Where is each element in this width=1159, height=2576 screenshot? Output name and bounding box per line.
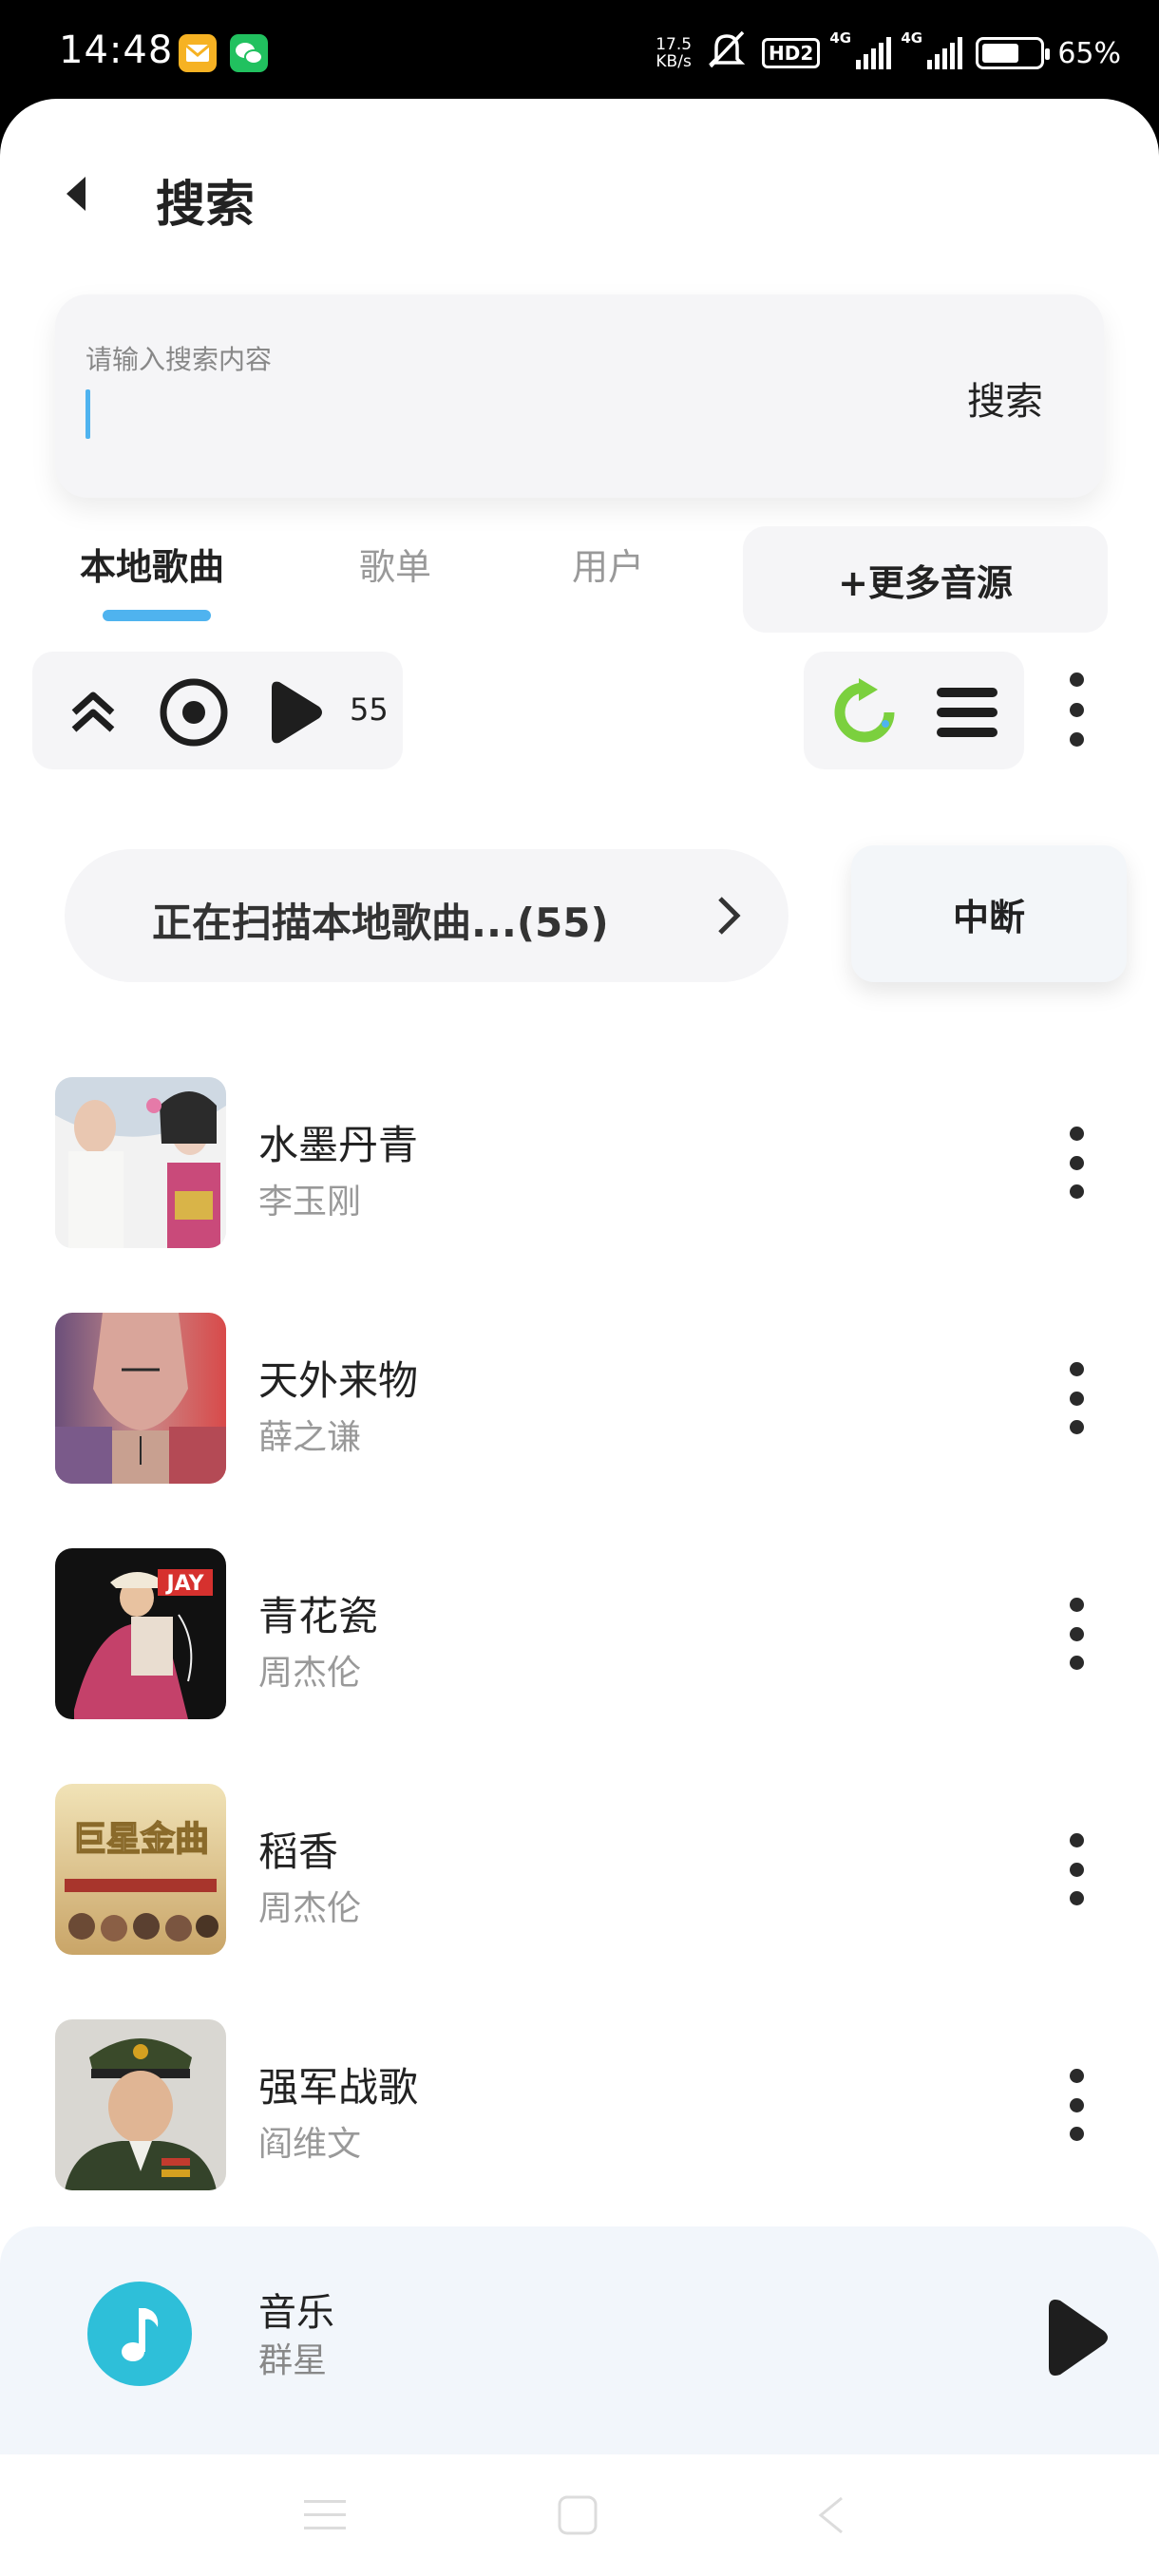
- battery-percent: 65%: [1057, 36, 1121, 70]
- cover-album-label: 巨星金曲: [72, 1819, 209, 1859]
- song-cover: 巨星金曲: [55, 1784, 226, 1955]
- song-more-icon[interactable]: [1069, 2069, 1084, 2141]
- song-more-icon[interactable]: [1069, 1127, 1084, 1199]
- song-more-icon[interactable]: [1069, 1833, 1084, 1905]
- page-title: 搜索: [133, 179, 278, 232]
- song-title: 水墨丹青: [258, 1122, 419, 1168]
- song-more-icon[interactable]: [1069, 1598, 1084, 1670]
- mini-player[interactable]: 音乐 群星: [0, 2226, 1159, 2454]
- song-artist: 薛之谦: [258, 1418, 362, 1457]
- song-cover: [55, 1313, 226, 1484]
- back-nav-icon[interactable]: [813, 2494, 847, 2536]
- player-play-icon[interactable]: [1043, 2295, 1112, 2380]
- status-time: 14:48: [59, 28, 174, 72]
- back-button[interactable]: [57, 167, 95, 220]
- wechat-icon: [230, 34, 268, 72]
- sort-list-icon[interactable]: [935, 684, 999, 741]
- song-cover: [55, 1077, 226, 1248]
- chevron-right-icon: [718, 897, 741, 935]
- song-row[interactable]: JAY 青花瓷 周杰伦: [0, 1548, 1159, 1738]
- more-vert-icon[interactable]: [1069, 672, 1084, 747]
- song-row[interactable]: 巨星金曲 稻香 周杰伦: [0, 1784, 1159, 1974]
- network-speed: 17.5 KB/s: [656, 35, 693, 71]
- player-artist: 群星: [258, 2341, 328, 2380]
- toolbar-right: [804, 652, 1024, 769]
- menu-nav-icon[interactable]: [302, 2494, 348, 2536]
- song-more-icon[interactable]: [1069, 1362, 1084, 1434]
- song-artist: 李玉刚: [258, 1183, 362, 1222]
- scan-status-text: 正在扫描本地歌曲...(55): [152, 900, 609, 946]
- double-chevron-up-icon[interactable]: [66, 686, 120, 739]
- music-note-icon[interactable]: [87, 2282, 192, 2386]
- tab-indicator: [103, 610, 211, 621]
- search-card: 搜索: [55, 294, 1104, 498]
- search-button[interactable]: 搜索: [967, 370, 1043, 426]
- search-screen: 搜索 搜索 本地歌曲 歌单 用户 +更多音源 55: [0, 99, 1159, 2576]
- search-input[interactable]: [86, 340, 902, 378]
- song-row[interactable]: 水墨丹青 李玉刚: [0, 1077, 1159, 1267]
- song-artist: 阎维文: [258, 2125, 362, 2164]
- interrupt-button[interactable]: 中断: [851, 845, 1127, 982]
- home-nav-icon[interactable]: [557, 2494, 598, 2536]
- more-sources-button[interactable]: +更多音源: [743, 526, 1108, 633]
- play-all-icon[interactable]: [264, 676, 327, 748]
- tab-playlists[interactable]: 歌单: [359, 538, 431, 590]
- mute-bell-icon: [705, 28, 749, 78]
- song-artist: 周杰伦: [258, 1889, 362, 1928]
- hd-badge: HD2: [762, 38, 821, 68]
- status-indicators: 17.5 KB/s HD2 4G 4G 65%: [656, 27, 1121, 80]
- song-cover: JAY: [55, 1548, 226, 1719]
- tab-users[interactable]: 用户: [572, 538, 644, 590]
- signal-1-icon: 4G: [829, 29, 892, 69]
- song-row[interactable]: 天外来物 薛之谦: [0, 1313, 1159, 1503]
- tab-local-songs[interactable]: 本地歌曲: [80, 538, 224, 590]
- system-nav-bar: [0, 2454, 1159, 2576]
- scan-status-pill[interactable]: 正在扫描本地歌曲...(55): [65, 849, 788, 982]
- play-count: 55: [350, 691, 389, 728]
- song-title: 青花瓷: [258, 1593, 379, 1639]
- song-row[interactable]: 强军战歌 阎维文: [0, 2019, 1159, 2209]
- refresh-icon[interactable]: [828, 676, 901, 748]
- cover-jay-label: JAY: [164, 1572, 204, 1596]
- song-title: 天外来物: [258, 1357, 419, 1404]
- status-bar: 14:48 17.5 KB/s HD2 4G 4G 65%: [0, 0, 1159, 106]
- signal-2-icon: 4G: [901, 29, 963, 69]
- battery-icon: [976, 37, 1051, 69]
- text-caret: [86, 389, 90, 439]
- song-artist: 周杰伦: [258, 1654, 362, 1693]
- player-title: 音乐: [258, 2291, 334, 2335]
- battery-fill: [982, 44, 1018, 63]
- mail-app-icon: [179, 34, 217, 72]
- song-title: 稻香: [258, 1828, 339, 1875]
- back-arrow-icon: [66, 177, 86, 211]
- locate-current-icon[interactable]: [158, 676, 230, 748]
- song-title: 强军战歌: [258, 2064, 419, 2111]
- song-cover: [55, 2019, 226, 2190]
- toolbar-left: 55: [32, 652, 403, 769]
